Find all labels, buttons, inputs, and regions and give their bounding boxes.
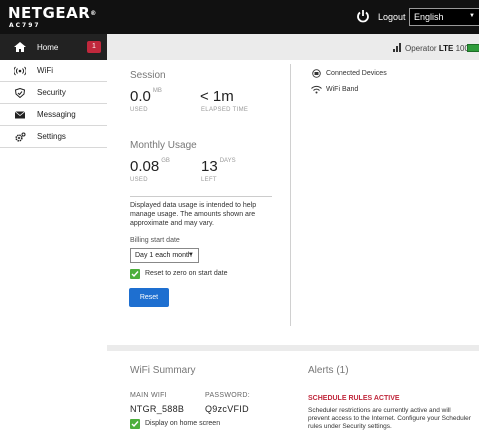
alert-message: Scheduler restrictions are currently act… xyxy=(308,407,471,430)
monthly-days-value: 13 DAYS xyxy=(201,158,236,175)
envelope-icon xyxy=(14,111,26,119)
sidebar-item-label: Settings xyxy=(37,132,66,141)
monthly-used-label: USED xyxy=(130,177,148,183)
session-elapsed-value: < 1m xyxy=(200,88,234,105)
sidebar-item-label: Security xyxy=(37,88,66,97)
panel-divider xyxy=(290,64,291,326)
session-title: Session xyxy=(130,70,166,81)
wifi-waves-icon xyxy=(14,66,26,76)
battery-icon xyxy=(467,44,479,52)
home-icon xyxy=(14,42,26,52)
sidebar-item-wifi[interactable]: WiFi xyxy=(0,60,107,82)
sidebar: Home 1 WiFi Security Messaging Settings xyxy=(0,34,107,438)
checkmark-icon xyxy=(131,271,139,278)
separator xyxy=(130,196,272,197)
logout-link[interactable]: Logout xyxy=(378,12,406,22)
sidebar-item-messaging[interactable]: Messaging xyxy=(0,104,107,126)
monthly-used-value: 0.08 GB xyxy=(130,158,170,175)
connected-devices-icon xyxy=(312,69,321,78)
connected-devices-link[interactable]: Connected Devices xyxy=(326,70,387,77)
language-select[interactable]: English ▼ xyxy=(409,8,479,26)
sidebar-item-settings[interactable]: Settings xyxy=(0,126,107,148)
reset-button[interactable]: Reset xyxy=(129,288,169,307)
reset-zero-label: Reset to zero on start date xyxy=(145,270,228,277)
display-home-checkbox[interactable] xyxy=(130,419,140,429)
alerts-title: Alerts (1) xyxy=(308,365,349,376)
display-home-label: Display on home screen xyxy=(145,420,221,427)
top-bar: NETGEAR® AC797 Logout English ▼ xyxy=(0,0,479,34)
signal-strength-icon xyxy=(393,43,401,52)
sidebar-item-home[interactable]: Home 1 xyxy=(0,34,107,60)
monthly-title: Monthly Usage xyxy=(130,140,197,151)
language-value: English xyxy=(414,12,444,22)
gear-icon xyxy=(15,132,26,142)
alert-heading: SCHEDULE RULES ACTIVE xyxy=(308,395,400,402)
wifi-icon xyxy=(311,85,322,94)
session-used-value: 0.0 MB xyxy=(130,88,162,105)
billing-start-label: Billing start date xyxy=(130,237,180,244)
netgear-logo: NETGEAR® xyxy=(8,4,97,22)
sidebar-item-security[interactable]: Security xyxy=(0,82,107,104)
session-elapsed-label: ELAPSED TIME xyxy=(201,107,249,113)
sidebar-item-label: Messaging xyxy=(37,110,76,119)
billing-start-value: Day 1 each month xyxy=(135,252,192,259)
reset-zero-checkbox[interactable] xyxy=(130,269,140,279)
model-name: AC797 xyxy=(9,22,41,29)
wifi-summary-title: WiFi Summary xyxy=(130,365,196,376)
billing-start-select[interactable]: Day 1 each month ▼ xyxy=(130,248,199,263)
sidebar-item-label: WiFi xyxy=(37,66,53,75)
chevron-down-icon: ▼ xyxy=(469,13,475,19)
password-value: Q9zcVFID xyxy=(205,404,249,414)
session-used-label: USED xyxy=(130,107,148,113)
ssid-label: MAIN WIFI xyxy=(130,392,167,399)
operator-status: Operator LTE 100% xyxy=(405,44,477,53)
password-label: PASSWORD: xyxy=(205,392,250,399)
monthly-days-label: LEFT xyxy=(201,177,217,183)
usage-disclaimer: Displayed data usage is intended to help… xyxy=(130,202,257,227)
checkmark-icon xyxy=(131,421,139,428)
notification-badge: 1 xyxy=(87,41,101,53)
shield-icon xyxy=(14,88,26,98)
sidebar-item-label: Home xyxy=(37,43,59,52)
chevron-down-icon: ▼ xyxy=(188,252,194,258)
wifi-band-link[interactable]: WiFi Band xyxy=(326,86,358,93)
status-bar: Operator LTE 100% xyxy=(107,34,479,60)
ssid-value: NTGR_588B xyxy=(130,404,185,414)
power-icon[interactable] xyxy=(356,9,370,23)
